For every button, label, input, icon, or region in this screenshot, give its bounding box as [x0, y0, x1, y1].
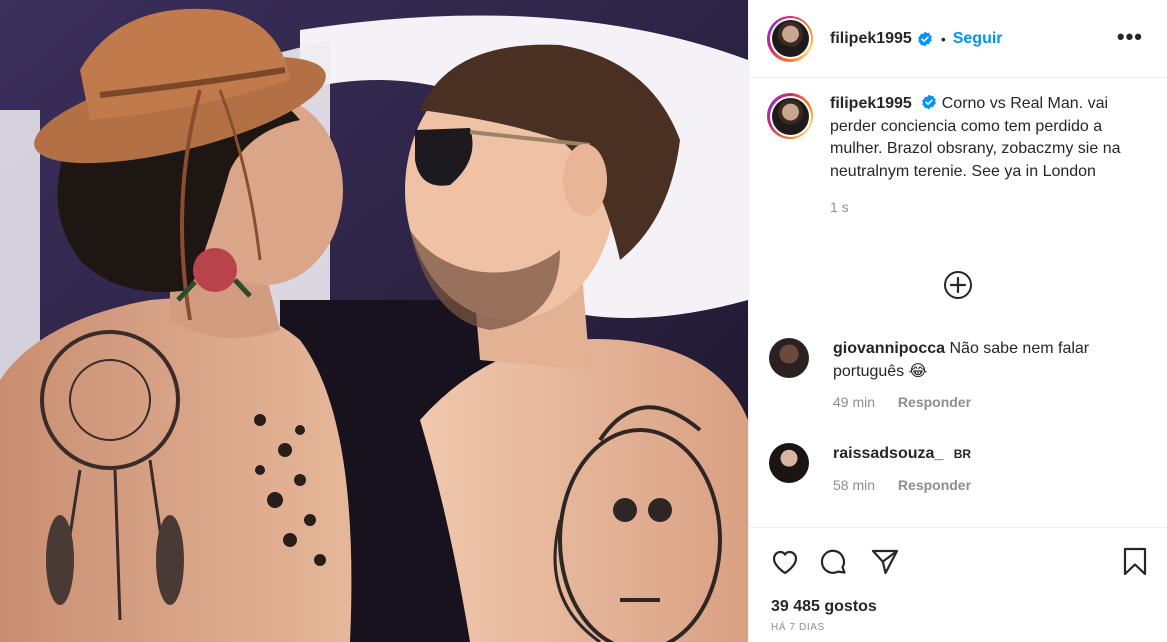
commenter-avatar[interactable] — [769, 338, 809, 378]
author-avatar[interactable] — [767, 15, 813, 62]
comment-meta: 58 min Responder — [833, 474, 1133, 497]
caption-text-block: filipek1995 Corno vs Real Man. vai perde… — [830, 93, 1130, 183]
bookmark-icon[interactable] — [1119, 546, 1151, 578]
comment-username[interactable]: giovannipocca — [833, 340, 945, 357]
comment-time: 49 min — [833, 394, 876, 410]
action-icons-row — [769, 546, 1149, 578]
comment-text-block: giovannipocca Não sabe nem falar portugu… — [833, 338, 1133, 383]
caption-avatar-photo — [771, 97, 809, 135]
verified-badge-icon — [918, 31, 932, 46]
comment-bubble-icon[interactable] — [817, 546, 849, 578]
reply-button[interactable]: Responder — [898, 477, 971, 493]
post-side-panel: filipek1995 • Seguir ••• filipek1995 Cor… — [748, 0, 1167, 642]
comment-body: raissadsouza_ BR 58 min Responder — [833, 443, 1133, 496]
verified-badge-icon — [922, 94, 937, 110]
country-badge: BR — [953, 447, 972, 461]
post-photo-illustration — [0, 0, 748, 642]
comment-username[interactable]: raissadsouza_ — [833, 445, 943, 462]
comment-text-block: raissadsouza_ BR — [833, 443, 1133, 466]
post-caption: filipek1995 Corno vs Real Man. vai perde… — [767, 93, 1157, 219]
caption-avatar[interactable] — [767, 93, 813, 139]
caption-timestamp: 1 s — [830, 199, 849, 215]
comment-meta: 49 min Responder — [833, 391, 1133, 414]
comments-section: filipek1995 Corno vs Real Man. vai perde… — [749, 79, 1167, 527]
caption-username[interactable]: filipek1995 — [830, 95, 912, 112]
author-username[interactable]: filipek1995 — [830, 30, 912, 48]
avatar-inner — [769, 18, 811, 59]
paper-plane-icon[interactable] — [869, 546, 901, 578]
plus-circle-icon[interactable] — [943, 270, 973, 300]
caption-avatar-inner — [769, 95, 811, 137]
comment-body: giovannipocca Não sabe nem falar portugu… — [833, 338, 1133, 414]
post-date[interactable]: HÁ 7 DIAS — [771, 622, 825, 633]
likes-count[interactable]: 39 485 gostos — [771, 598, 877, 616]
post-header: filipek1995 • Seguir ••• — [749, 0, 1167, 78]
avatar-photo — [771, 20, 809, 57]
commenter-avatar[interactable] — [769, 443, 809, 483]
comment-item: giovannipocca Não sabe nem falar portugu… — [769, 338, 1149, 414]
post-actions: 39 485 gostos HÁ 7 DIAS — [749, 527, 1167, 642]
heart-icon[interactable] — [769, 546, 801, 578]
comment-time: 58 min — [833, 476, 876, 493]
more-options-icon[interactable]: ••• — [1117, 26, 1143, 48]
follow-button[interactable]: Seguir — [953, 30, 1003, 48]
comment-item: raissadsouza_ BR 58 min Responder — [769, 443, 1149, 496]
caption-body: filipek1995 Corno vs Real Man. vai perde… — [830, 93, 1130, 219]
post-photo[interactable] — [0, 0, 748, 642]
reply-button[interactable]: Responder — [898, 394, 971, 410]
header-separator: • — [940, 30, 946, 47]
